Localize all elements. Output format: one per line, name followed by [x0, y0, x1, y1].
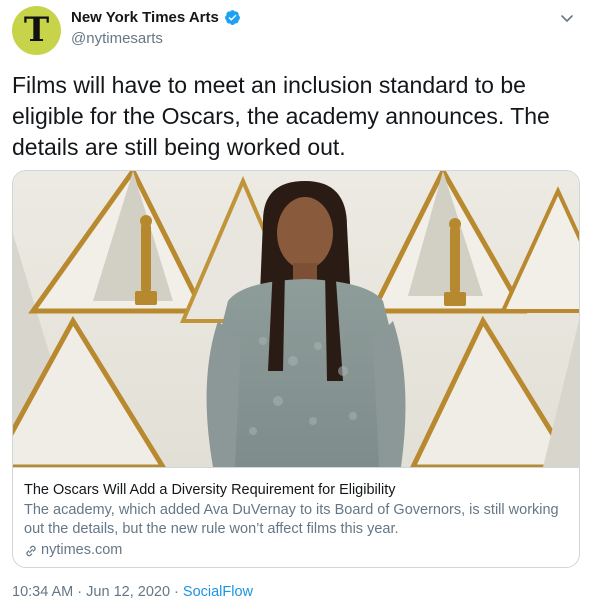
link-card-title[interactable]: The Oscars Will Add a Diversity Requirem…	[24, 481, 567, 500]
footer-separator: ·	[170, 584, 183, 600]
author-name[interactable]: New York Times Arts	[71, 9, 219, 26]
tweet-time[interactable]: 10:34 AM	[12, 584, 73, 600]
tweet-source-link[interactable]: SocialFlow	[183, 584, 253, 600]
avatar[interactable]: T	[12, 6, 61, 55]
verified-badge-icon	[224, 10, 240, 25]
link-card-domain-text[interactable]: nytimes.com	[41, 541, 122, 560]
tweet-text: Films will have to meet an inclusion sta…	[12, 72, 550, 160]
footer-separator: ·	[73, 584, 87, 600]
tweet: T New York Times Arts @nytimesarts Films…	[0, 0, 589, 612]
link-icon	[26, 545, 36, 556]
tweet-date[interactable]: Jun 12, 2020	[86, 584, 170, 600]
link-card[interactable]: The Oscars Will Add a Diversity Requirem…	[12, 170, 580, 568]
author-name-row[interactable]: New York Times Arts	[71, 9, 241, 26]
author-handle[interactable]: @nytimesarts	[71, 30, 163, 47]
link-card-meta[interactable]: The Oscars Will Add a Diversity Requirem…	[13, 467, 579, 567]
chevron-down-icon[interactable]	[559, 10, 575, 26]
tweet-footer: 10:34 AM · Jun 12, 2020 · SocialFlow	[12, 584, 253, 600]
woman-in-lace-gown-photo[interactable]	[13, 171, 579, 467]
link-card-description: The academy, which added Ava DuVernay to…	[24, 502, 559, 537]
nyt-logo-glyph: T	[23, 9, 50, 50]
link-card-domain[interactable]: nytimes.com	[24, 541, 567, 560]
